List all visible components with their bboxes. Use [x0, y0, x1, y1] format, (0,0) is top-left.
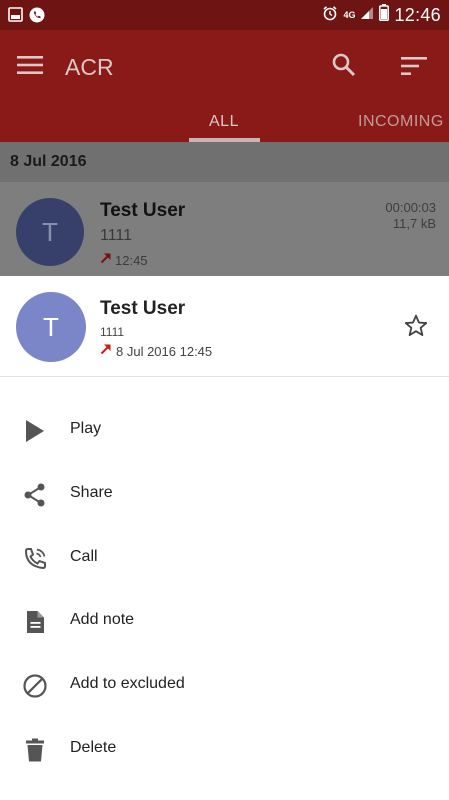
- action-menu: Play Share Call Add note Add to excluded: [0, 398, 449, 781]
- network-4g-icon: 4G: [343, 9, 356, 20]
- menu-icon[interactable]: [17, 55, 43, 80]
- play-button[interactable]: Play: [0, 398, 449, 462]
- phone-call-icon: [22, 546, 48, 572]
- avatar: T: [16, 198, 84, 266]
- recordings-list: 8 Jul 2016 T Test User 1111 12:45 00:00:…: [0, 142, 449, 276]
- contact-name: Test User: [100, 298, 186, 319]
- file-size: 11,7 kB: [392, 216, 436, 231]
- search-icon[interactable]: [331, 52, 357, 83]
- call-datetime: 8 Jul 2016 12:45: [116, 343, 213, 359]
- battery-icon: [379, 4, 390, 26]
- share-button[interactable]: Share: [0, 462, 449, 526]
- note-icon: [22, 609, 48, 635]
- recording-actions-sheet: T Test User 1111 8 Jul 2016 12:45 Play S…: [0, 276, 449, 800]
- add-note-button[interactable]: Add note: [0, 589, 449, 653]
- image-icon: [8, 7, 23, 28]
- list-item[interactable]: T Test User 1111 12:45 00:00:03 11,7 kB: [0, 182, 449, 276]
- block-icon: [22, 673, 48, 699]
- sheet-header: T Test User 1111 8 Jul 2016 12:45: [0, 276, 449, 377]
- star-outline-icon[interactable]: [403, 313, 429, 344]
- outgoing-call-arrow-icon: [100, 251, 112, 269]
- trash-icon: [22, 737, 48, 763]
- status-bar: 4G 12:46: [0, 0, 449, 30]
- date-header-label: 8 Jul 2016: [10, 153, 87, 170]
- sort-icon[interactable]: [401, 56, 427, 81]
- contact-number: 1111: [100, 227, 133, 244]
- tab-bar: ALL INCOMING: [0, 104, 449, 142]
- app-title: ACR: [65, 54, 114, 80]
- contact-name: Test User: [100, 200, 186, 221]
- play-label: Play: [70, 420, 102, 437]
- share-icon: [22, 482, 48, 508]
- play-icon: [22, 418, 48, 444]
- app-toolbar: ACR: [0, 30, 449, 104]
- call-time: 12:45: [115, 252, 148, 268]
- avatar: T: [16, 292, 86, 362]
- alarm-icon: [322, 5, 338, 26]
- call-duration: 00:00:03: [385, 200, 436, 215]
- status-time: 12:46: [394, 4, 441, 25]
- share-label: Share: [70, 483, 113, 501]
- delete-label: Delete: [70, 738, 117, 756]
- phone-icon: [29, 7, 45, 28]
- date-header: 8 Jul 2016: [0, 142, 449, 182]
- add-to-excluded-label: Add to excluded: [70, 675, 185, 693]
- signal-icon: [360, 6, 374, 25]
- add-to-excluded-button[interactable]: Add to excluded: [0, 653, 449, 717]
- add-note-label: Add note: [70, 611, 135, 629]
- call-label: Call: [70, 547, 98, 565]
- tab-incoming[interactable]: INCOMING: [358, 113, 444, 131]
- outgoing-call-arrow-icon: [100, 342, 112, 360]
- delete-button[interactable]: Delete: [0, 717, 449, 781]
- contact-number: 1111: [100, 325, 125, 339]
- tab-all[interactable]: ALL: [209, 113, 239, 131]
- call-button[interactable]: Call: [0, 526, 449, 590]
